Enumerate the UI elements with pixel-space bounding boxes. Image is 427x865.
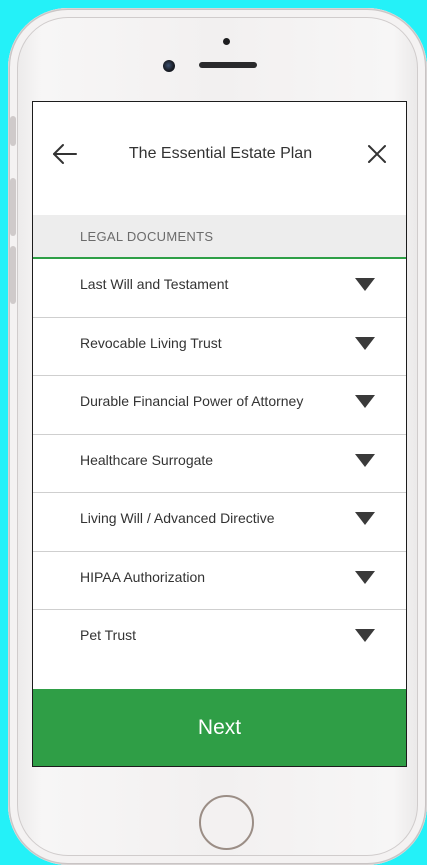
- mute-switch: [10, 116, 16, 146]
- document-label: Revocable Living Trust: [80, 334, 222, 351]
- document-label: HIPAA Authorization: [80, 568, 206, 585]
- earpiece-speaker: [199, 62, 257, 68]
- section-header: LEGAL DOCUMENTS: [33, 215, 406, 259]
- document-label: Last Will and Testament: [80, 276, 229, 292]
- documents-list: Last Will and Testament Revocable Living…: [33, 259, 406, 669]
- caret-down-icon[interactable]: [355, 395, 375, 408]
- caret-down-icon[interactable]: [355, 570, 375, 584]
- volume-up-button: [10, 178, 16, 236]
- close-icon[interactable]: [365, 142, 389, 166]
- document-label: Pet Trust: [80, 627, 137, 643]
- arrow-left-icon[interactable]: [51, 142, 79, 166]
- document-item-healthcare-surrogate[interactable]: Healthcare Surrogate: [33, 434, 406, 493]
- home-button[interactable]: [199, 795, 254, 850]
- caret-down-icon[interactable]: [355, 512, 375, 525]
- app-screen: The Essential Estate Plan LEGAL DOCUMENT…: [32, 101, 407, 767]
- page-title: The Essential Estate Plan: [128, 145, 313, 162]
- document-item-revocable-living-trust[interactable]: Revocable Living Trust: [33, 317, 406, 376]
- document-item-living-will[interactable]: Living Will / Advanced Directive: [33, 493, 406, 552]
- caret-down-icon[interactable]: [355, 453, 375, 467]
- next-button[interactable]: Next: [33, 689, 406, 766]
- next-button-label: Next: [197, 716, 242, 739]
- proximity-sensor: [223, 38, 230, 45]
- volume-down-button: [10, 246, 16, 304]
- section-label: LEGAL DOCUMENTS: [80, 229, 214, 244]
- document-label: Durable Financial Power of Attorney: [80, 393, 304, 409]
- header-bar: The Essential Estate Plan: [33, 102, 406, 215]
- caret-down-icon[interactable]: [355, 336, 375, 350]
- document-item-pet-trust[interactable]: Pet Trust: [33, 610, 406, 669]
- front-camera: [163, 60, 175, 72]
- document-label: Healthcare Surrogate: [80, 451, 214, 468]
- document-item-power-of-attorney[interactable]: Durable Financial Power of Attorney: [33, 376, 406, 435]
- document-item-last-will[interactable]: Last Will and Testament: [33, 259, 406, 318]
- document-item-hipaa-authorization[interactable]: HIPAA Authorization: [33, 551, 406, 610]
- caret-down-icon[interactable]: [355, 629, 375, 642]
- document-label: Living Will / Advanced Directive: [80, 510, 275, 526]
- caret-down-icon[interactable]: [355, 278, 375, 291]
